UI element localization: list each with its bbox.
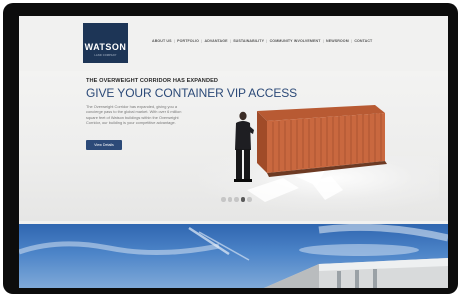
nav-item-contact[interactable]: CONTACT — [354, 39, 372, 43]
building-photo-art — [19, 224, 448, 288]
browser-frame: WATSON LAND COMPANY ABOUT US | PORTFOLIO… — [3, 3, 458, 294]
web-page: WATSON LAND COMPANY ABOUT US | PORTFOLIO… — [19, 16, 448, 288]
logo-name: WATSON — [84, 42, 127, 52]
hero-headline: GIVE YOUR CONTAINER VIP ACCESS — [86, 86, 298, 100]
hero-kicker: THE OVERWEIGHT CORRIDOR HAS EXPANDED — [86, 78, 219, 84]
hero-body: The Overweight Corridor has expanded, gi… — [86, 104, 182, 126]
nav-item-newsroom[interactable]: NEWSROOM — [326, 39, 349, 43]
nav-item-sustainability[interactable]: SUSTAINABILITY — [233, 39, 264, 43]
nav-item-community[interactable]: COMMUNITY INVOLVEMENT — [270, 39, 321, 43]
container-image — [257, 105, 387, 177]
nav-item-portfolio[interactable]: PORTFOLIO — [177, 39, 199, 43]
slider-dot[interactable] — [221, 197, 226, 202]
slider-dot[interactable] — [227, 197, 232, 202]
logo-tagline: LAND COMPANY — [94, 54, 117, 57]
watson-logo[interactable]: WATSON LAND COMPANY — [83, 23, 128, 63]
nav-item-about[interactable]: ABOUT US — [152, 39, 172, 43]
slider-dots — [221, 197, 252, 202]
view-details-button[interactable]: View Details — [86, 140, 122, 150]
person-image — [234, 111, 254, 182]
building-photo — [19, 224, 448, 288]
slider-dot-active[interactable] — [240, 197, 245, 202]
slider-dot[interactable] — [247, 197, 252, 202]
slider-dot[interactable] — [234, 197, 239, 202]
main-nav: ABOUT US | PORTFOLIO | ADVANTAGE | SUSTA… — [152, 39, 373, 43]
nav-item-advantage[interactable]: ADVANTAGE — [205, 39, 228, 43]
